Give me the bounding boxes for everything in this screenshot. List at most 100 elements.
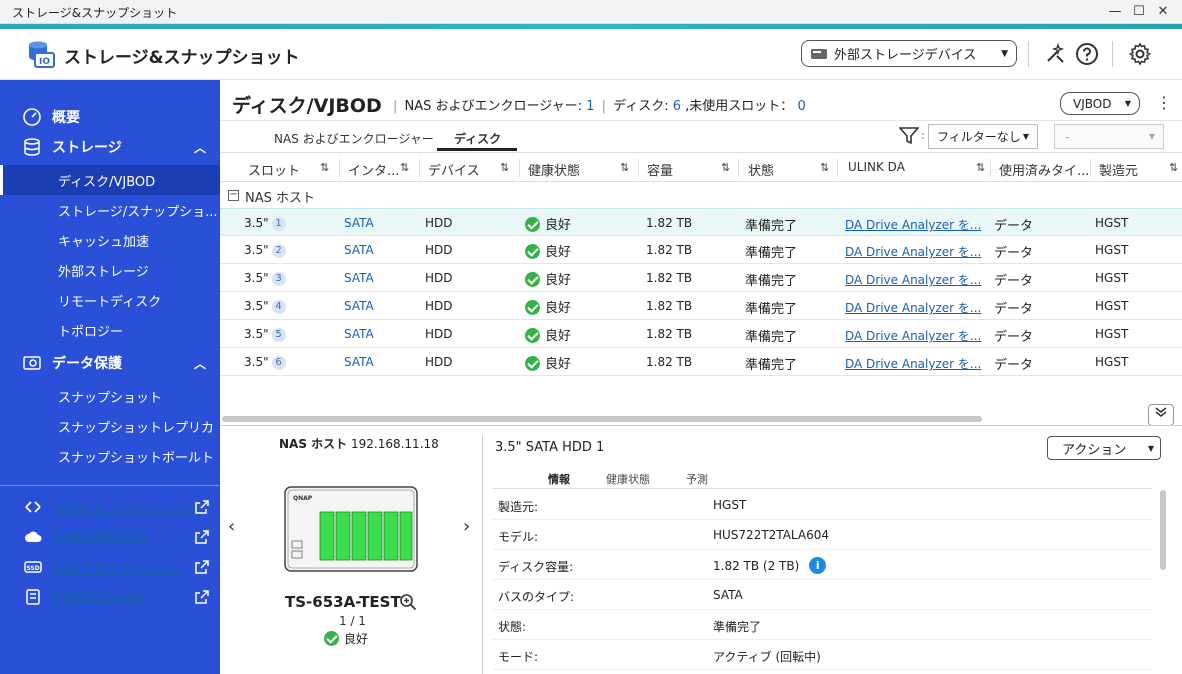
wand-icon[interactable] — [1043, 42, 1067, 66]
sidebar-item-data-protection[interactable]: データ保護 ︿ — [0, 348, 220, 378]
table-row[interactable]: 3.5" 5 SATA HDD 良好 1.82 TB 準備完了 DA Drive Analyz… — [220, 320, 1182, 348]
group-row-nas-host[interactable]: − NAS ホスト — [220, 182, 1182, 208]
slot-number-badge: 5 — [271, 327, 286, 342]
horizontal-scrollbar[interactable] — [222, 416, 982, 422]
cell-slot: 3.5" 2 — [244, 243, 286, 258]
action-button-label: アクション — [1062, 442, 1127, 458]
detail-tab-info[interactable]: 情報 — [548, 471, 570, 487]
device-status: 良好 — [324, 630, 368, 647]
column-header-status[interactable]: 状態 ⇅ — [748, 160, 829, 179]
summary-disk-count[interactable]: 6 — [673, 99, 681, 114]
sidebar-item-storage-snapshot[interactable]: ストレージ/スナップショ... — [0, 195, 220, 225]
tab-nas-enclosures[interactable]: NAS およびエンクロージャー — [274, 130, 434, 147]
column-header-interface[interactable]: インタ... ⇅ — [348, 160, 409, 179]
cell-health: 良好 — [525, 297, 571, 316]
sidebar-item-remote-disk[interactable]: リモートディスク — [0, 285, 220, 315]
sidebar-item-overview[interactable]: 概要 — [0, 102, 220, 132]
sort-icon[interactable]: ⇅ — [500, 161, 509, 174]
detail-title: 3.5" SATA HDD 1 — [495, 440, 605, 455]
sidebar-item-external-storage[interactable]: 外部ストレージ — [0, 255, 220, 285]
external-device-dropdown[interactable]: 外部ストレージデバイス ▼ — [801, 40, 1017, 67]
sidebar-link-iscsi[interactable]: iSCSI & ファイバーチ... — [0, 492, 220, 522]
sort-icon[interactable]: ⇅ — [320, 161, 329, 174]
expand-panel-button[interactable] — [1148, 404, 1174, 426]
sort-icon[interactable]: ⇅ — [620, 161, 629, 174]
filter-secondary-select[interactable]: - ▼ — [1054, 124, 1164, 149]
more-options-icon[interactable]: ⋮ — [1156, 93, 1172, 112]
table-row[interactable]: 3.5" 2 SATA HDD 良好 1.82 TB 準備完了 DA Drive Analyz… — [220, 236, 1182, 264]
column-header-capacity[interactable]: 容量 ⇅ — [647, 160, 730, 179]
filter-icon[interactable] — [899, 127, 919, 145]
cell-device: HDD — [425, 216, 453, 230]
detail-tab-prediction[interactable]: 予測 — [686, 471, 708, 487]
property-key: バスのタイプ: — [498, 590, 575, 604]
sidebar-link-vjbod-cloud[interactable]: VJBOD Cloud — [0, 582, 220, 612]
vjbod-button[interactable]: VJBOD ▼ — [1060, 92, 1140, 115]
cell-ulink-link[interactable]: DA Drive Analyzer を... — [845, 216, 981, 233]
detail-tab-health[interactable]: 健康状態 — [606, 471, 650, 487]
svg-text:SSD: SSD — [26, 565, 39, 572]
summary-unused-slots[interactable]: 0 — [797, 99, 805, 114]
sidebar-item-disk-vjbod[interactable]: ディスク/VJBOD — [0, 165, 220, 195]
help-icon[interactable] — [1075, 42, 1099, 66]
iscsi-icon — [25, 501, 41, 513]
chevron-up-icon[interactable]: ︿ — [194, 355, 206, 372]
collapse-icon[interactable]: − — [228, 190, 239, 201]
info-icon[interactable]: i — [809, 557, 827, 574]
sidebar-item-snapshot-replica[interactable]: スナップショットレプリカ — [0, 411, 220, 441]
table-header: スロット ⇅ インタ... ⇅ デバイス ⇅ 健康状態 ⇅ 容量 ⇅ 状態 ⇅ ULINK … — [220, 152, 1182, 182]
zoom-in-icon[interactable] — [399, 593, 417, 611]
chevron-up-icon[interactable]: ︿ — [194, 139, 206, 156]
column-header-ulink[interactable]: ULINK DA ⇅ — [848, 160, 985, 174]
minimize-button[interactable]: — — [1104, 2, 1126, 22]
cell-maker: HGST — [1095, 216, 1129, 230]
column-header-slot[interactable]: スロット ⇅ — [248, 160, 329, 179]
tab-disks[interactable]: ディスク — [454, 130, 501, 147]
cell-used-type: データ — [994, 302, 1034, 317]
device-host-label: NAS ホスト — [279, 437, 348, 451]
summary-enclosure-count[interactable]: 1 — [586, 99, 594, 114]
column-header-maker[interactable]: 製造元 ⇅ — [1099, 160, 1178, 179]
column-header-device[interactable]: デバイス ⇅ — [428, 160, 509, 179]
close-button[interactable]: ✕ — [1152, 2, 1174, 22]
sidebar-item-topology[interactable]: トポロジー — [0, 315, 220, 345]
maximize-button[interactable]: ☐ — [1128, 2, 1150, 22]
sidebar-link-hybridmount[interactable]: HybridMount — [0, 522, 220, 552]
sort-icon[interactable]: ⇅ — [976, 161, 985, 174]
cell-ulink-link[interactable]: DA Drive Analyzer を... — [845, 327, 981, 344]
prev-device-arrow[interactable]: ‹ — [228, 516, 235, 537]
sort-icon[interactable]: ⇅ — [820, 161, 829, 174]
external-link-icon — [195, 560, 209, 574]
active-tab-indicator — [437, 148, 517, 151]
table-row[interactable]: 3.5" 6 SATA HDD 良好 1.82 TB 準備完了 DA Drive Analyz… — [220, 348, 1182, 376]
table-row[interactable]: 3.5" 3 SATA HDD 良好 1.82 TB 準備完了 DA Drive Analyz… — [220, 264, 1182, 292]
cell-capacity: 1.82 TB — [646, 327, 693, 341]
sidebar-item-storage[interactable]: ストレージ ︿ — [0, 132, 220, 162]
sidebar-item-snapshot-vault[interactable]: スナップショットボールト — [0, 441, 220, 471]
cell-ulink-link[interactable]: DA Drive Analyzer を... — [845, 299, 981, 316]
action-button[interactable]: アクション ▼ — [1047, 436, 1161, 460]
next-device-arrow[interactable]: › — [463, 516, 470, 537]
sidebar-item-cache[interactable]: キャッシュ加速 — [0, 225, 220, 255]
column-header-used-type[interactable]: 使用済みタイ... — [999, 160, 1089, 179]
cell-ulink-link[interactable]: DA Drive Analyzer を... — [845, 271, 981, 288]
cell-health: 良好 — [525, 241, 571, 260]
check-icon — [525, 244, 540, 259]
cell-ulink-link[interactable]: DA Drive Analyzer を... — [845, 243, 981, 260]
window-titlebar: ストレージ&スナップショット — ☐ ✕ — [0, 0, 1182, 24]
table-row[interactable]: 3.5" 4 SATA HDD 良好 1.82 TB 準備完了 DA Drive Analyz… — [220, 292, 1182, 320]
cell-ulink-link[interactable]: DA Drive Analyzer を... — [845, 355, 981, 372]
cell-capacity: 1.82 TB — [646, 216, 693, 230]
vertical-scrollbar[interactable] — [1160, 490, 1166, 570]
sort-icon[interactable]: ⇅ — [721, 161, 730, 174]
cell-device: HDD — [425, 271, 453, 285]
sidebar-item-snapshot[interactable]: スナップショット — [0, 381, 220, 411]
sidebar-link-ssd-profiling[interactable]: SSD SSDプロファイリン... — [0, 552, 220, 582]
sort-icon[interactable]: ⇅ — [400, 161, 409, 174]
gear-icon[interactable] — [1128, 42, 1152, 66]
column-header-health[interactable]: 健康状態 ⇅ — [528, 160, 629, 179]
sort-icon[interactable]: ⇅ — [1169, 161, 1178, 174]
filter-select[interactable]: フィルターなし ▼ — [928, 124, 1038, 149]
external-link-icon — [195, 500, 209, 514]
table-row[interactable]: 3.5" 1 SATA HDD 良好 1.82 TB 準備完了 DA Drive Analyz… — [220, 208, 1182, 236]
